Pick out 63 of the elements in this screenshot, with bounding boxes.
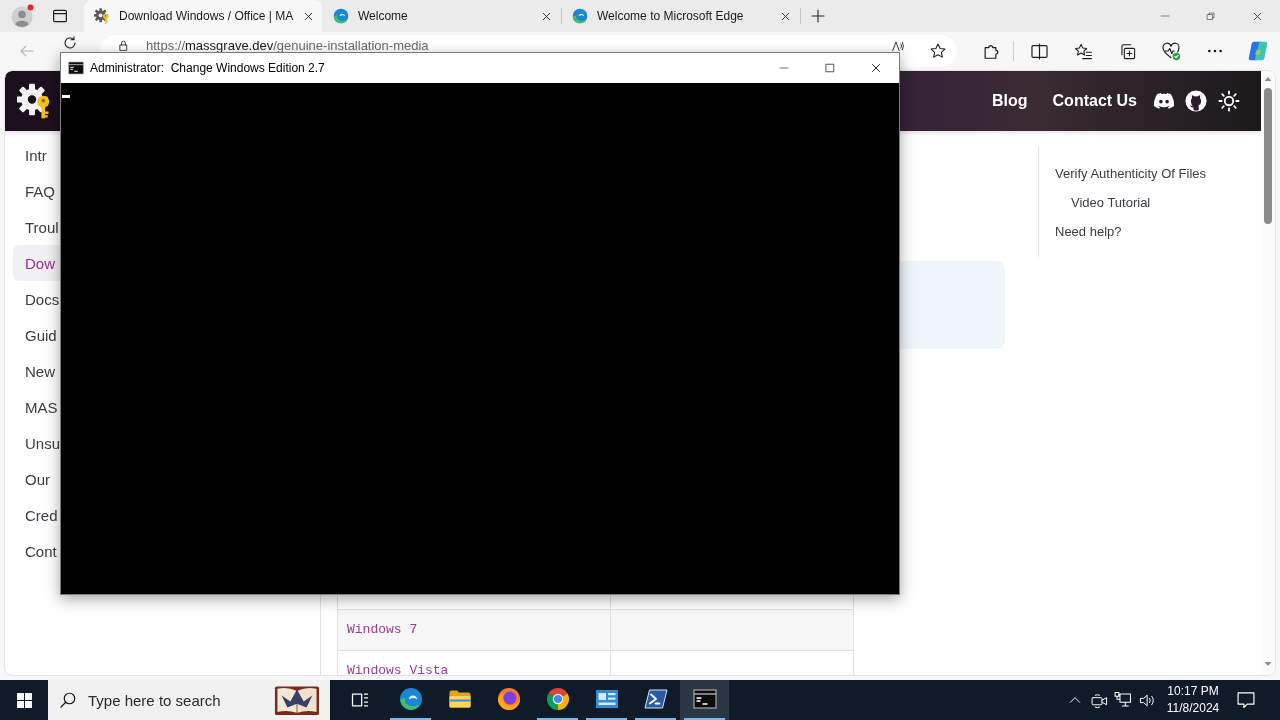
command-prompt-icon	[68, 60, 84, 76]
sidebar-item[interactable]: Cont	[13, 533, 61, 569]
outline-link[interactable]: Video Tutorial	[1071, 188, 1151, 217]
close-icon[interactable]	[869, 61, 883, 75]
edge-icon	[398, 687, 423, 711]
split-screen-icon[interactable]	[1029, 41, 1049, 61]
camera-icon[interactable]	[1090, 691, 1108, 709]
firefox-icon	[496, 687, 521, 711]
clock-time[interactable]: 10:17 PM	[1167, 684, 1219, 699]
maximize-icon[interactable]	[824, 62, 836, 74]
github-icon[interactable]	[1185, 90, 1207, 112]
sidebar-item[interactable]: Cred	[13, 497, 61, 533]
browser-tab[interactable]: Welcome	[323, 0, 561, 32]
search-field[interactable]: Type here to search	[48, 680, 330, 720]
star-icon[interactable]	[929, 42, 947, 60]
browser-tab[interactable]: Welcome to Microsoft Edge	[562, 0, 800, 32]
favorites-icon[interactable]	[1073, 41, 1093, 61]
sidebar-item[interactable]: Intr	[13, 137, 61, 173]
sidebar-item[interactable]: Troul	[13, 209, 61, 245]
scroll-down-icon[interactable]	[1264, 661, 1272, 667]
heart-pulse-icon[interactable]	[1161, 41, 1181, 61]
outline-link[interactable]: Verify Authenticity Of Files	[1055, 159, 1206, 188]
refresh-icon[interactable]	[62, 35, 78, 51]
network-icon[interactable]	[1114, 691, 1132, 709]
nav-link[interactable]: Contact Us	[1052, 92, 1137, 110]
new-tab-icon[interactable]	[810, 8, 826, 24]
lock-icon	[117, 39, 130, 52]
cursor-icon	[62, 95, 70, 98]
command-prompt-icon	[692, 687, 717, 711]
sidebar-item[interactable]: MAS	[13, 389, 61, 425]
copilot-icon[interactable]	[1247, 40, 1269, 62]
sidebar-item[interactable]: Our	[13, 461, 61, 497]
avatar-icon[interactable]	[10, 4, 34, 28]
scroll-up-icon[interactable]	[1264, 76, 1272, 82]
scrollbar[interactable]	[1261, 71, 1275, 675]
search-input[interactable]: Type here to search	[88, 691, 263, 709]
taskbar-button[interactable]	[680, 680, 729, 720]
gear-key-icon	[94, 8, 110, 24]
table-entry: Windows 7	[347, 623, 418, 637]
table-entry: Windows Vista	[347, 664, 449, 675]
sidebar-item[interactable]: Dow	[13, 245, 61, 281]
edge-icon	[572, 8, 588, 24]
read-aloud-icon[interactable]	[891, 39, 905, 53]
windows-icon[interactable]	[15, 691, 33, 709]
sun-icon[interactable]	[1218, 90, 1240, 112]
app-window-icon	[594, 687, 619, 711]
clock-date[interactable]: 11/8/2024	[1166, 701, 1220, 716]
sidebar-item[interactable]: New	[13, 353, 61, 389]
sidebar-item[interactable]: FAQ	[13, 173, 61, 209]
browser-tab[interactable]: Download Windows / Office | MA	[84, 0, 322, 32]
powershell-icon	[643, 687, 668, 711]
sidebar-item[interactable]: Unsu	[13, 425, 61, 461]
scroll-thumb[interactable]	[1264, 88, 1272, 224]
sidebar-item[interactable]: Docs	[13, 281, 61, 317]
nav-link[interactable]: Blog	[992, 92, 1028, 110]
edge-icon	[333, 8, 349, 24]
notification-icon[interactable]	[1236, 690, 1256, 710]
outline-link[interactable]: Need help?	[1055, 217, 1122, 246]
search-icon	[59, 691, 77, 709]
tab-actions-icon[interactable]	[52, 8, 68, 24]
sidebar-item[interactable]: Guid	[13, 317, 61, 353]
restore-icon[interactable]	[1205, 10, 1217, 22]
chrome-icon	[545, 687, 570, 711]
